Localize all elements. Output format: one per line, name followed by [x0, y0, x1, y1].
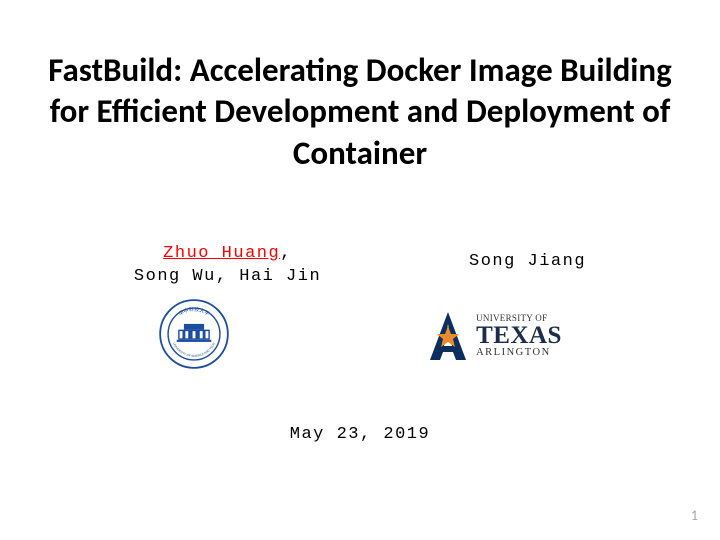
presentation-date: May 23, 2019: [0, 425, 720, 444]
logos-row: 华中科技大学 UNIVERSITY OF SCIENCE AND TECH UN…: [0, 298, 720, 375]
uta-text: UNIVERSITY OF TEXAS ARLINGTON: [476, 314, 562, 359]
uta-logo: UNIVERSITY OF TEXAS ARLINGTON: [426, 310, 562, 362]
author-left-line1: Zhuo Huang,: [134, 244, 321, 263]
author-left-line2: Song Wu, Hai Jin: [134, 267, 321, 286]
author-highlighted: Zhuo Huang: [163, 244, 280, 263]
authors-row: Zhuo Huang, Song Wu, Hai Jin Song Jiang: [0, 244, 720, 286]
uta-texas: TEXAS: [476, 323, 562, 348]
hust-logo: 华中科技大学 UNIVERSITY OF SCIENCE AND TECH: [158, 298, 230, 375]
slide-title: FastBuild: Accelerating Docker Image Bui…: [0, 0, 720, 174]
page-number: 1: [691, 507, 698, 524]
uta-a-icon: [426, 310, 470, 362]
uta-arlington: ARLINGTON: [476, 348, 562, 359]
author-comma: ,: [280, 244, 292, 263]
author-block-left: Zhuo Huang, Song Wu, Hai Jin: [134, 244, 321, 286]
author-right-name: Song Jiang: [469, 252, 586, 271]
author-block-right: Song Jiang: [469, 252, 586, 271]
